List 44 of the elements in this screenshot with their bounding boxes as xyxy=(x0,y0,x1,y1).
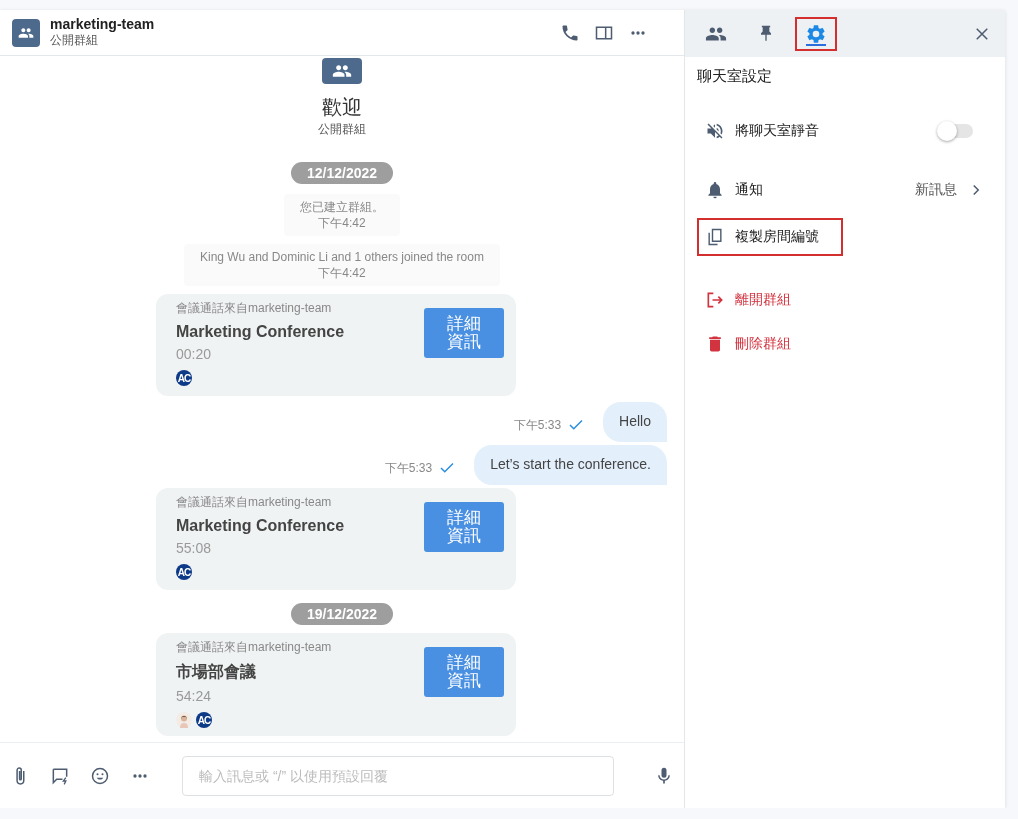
date-label: 19/12/2022 xyxy=(290,603,394,625)
message-time: 下午5:33 xyxy=(513,417,562,434)
setting-label[interactable]: 將聊天室靜音 xyxy=(735,122,929,140)
message-bubble: Let’s start the conference. xyxy=(474,445,667,485)
details-button[interactable]: 詳細資訊 xyxy=(424,502,504,552)
call-duration: 00:20 xyxy=(176,346,213,362)
participant-avatar: AC xyxy=(176,370,192,386)
participant-avatar: AC xyxy=(176,564,192,580)
setting-label[interactable]: 刪除群組 xyxy=(735,335,985,353)
details-button[interactable]: 詳細資訊 xyxy=(424,647,504,697)
setting-value: 新訊息 xyxy=(915,181,957,199)
chat-subtitle: 公開群組 xyxy=(50,32,99,49)
bell-icon xyxy=(705,180,725,200)
panel-title: 聊天室設定 xyxy=(697,67,773,86)
panel-tab[interactable] xyxy=(795,16,837,51)
copy-icon xyxy=(705,227,725,247)
message-time: 下午5:33 xyxy=(384,460,433,477)
message-input[interactable]: 輸入訊息或 “/” 以使用預設回覆 xyxy=(182,755,614,796)
settings-icon xyxy=(805,22,827,45)
participant-avatar: AC xyxy=(196,712,212,728)
setting-label[interactable]: 通知 xyxy=(735,181,905,199)
call-title: Marketing Conference xyxy=(176,323,345,341)
call-duration: 55:08 xyxy=(176,540,213,556)
details-button[interactable]: 詳細資訊 xyxy=(424,308,504,358)
system-message-text: King Wu and Dominic Li and 1 others joined the room xyxy=(200,249,484,265)
message-bubble: Hello xyxy=(603,402,667,442)
exit-icon xyxy=(705,290,725,310)
muted-speaker-icon xyxy=(705,121,725,141)
chat-title: marketing-team xyxy=(50,16,156,32)
system-message-text: 您已建立群組。 xyxy=(300,199,384,215)
call-source: 會議通話來自marketing-team xyxy=(176,300,333,317)
welcome-title: 歡迎 xyxy=(322,95,362,120)
call-source: 會議通話來自marketing-team xyxy=(176,639,332,656)
emoji-icon[interactable] xyxy=(90,765,110,786)
message-time: 下午4:42 xyxy=(318,215,366,231)
welcome-subtitle: 公開群組 xyxy=(318,121,366,138)
mute-switch[interactable] xyxy=(939,124,973,138)
call-source: 會議通話來自marketing-team xyxy=(176,494,333,511)
message-time: 下午4:42 xyxy=(318,265,366,281)
call-title: 市場部會議 xyxy=(176,662,257,682)
date-label: 12/12/2022 xyxy=(290,162,394,184)
setting-label[interactable]: 離開群組 xyxy=(735,291,985,309)
call-title: Marketing Conference xyxy=(176,517,345,535)
call-duration: 54:24 xyxy=(176,688,213,704)
